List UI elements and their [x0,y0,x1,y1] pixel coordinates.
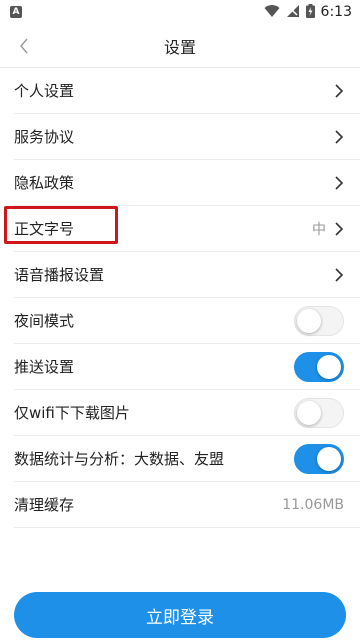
row-label: 正文字号 [14,220,75,238]
chevron-right-icon [334,175,344,190]
chevron-left-icon [20,38,28,54]
toggle-knob [297,308,321,333]
settings-row-service-agreement[interactable]: 服务协议 [14,114,360,160]
settings-row-voice-broadcast[interactable]: 语音播报设置 [14,252,360,298]
chevron-right-icon [334,129,344,144]
settings-row-night-mode: 夜间模式 [14,298,360,344]
night-mode-toggle[interactable] [294,305,344,336]
row-label: 隐私政策 [14,174,75,192]
status-time: 6:13 [320,4,352,20]
status-left: A [10,6,22,18]
row-label: 数据统计与分析：大数据、友盟 [14,450,225,468]
chevron-right-icon [334,83,344,98]
status-right: 6:13 [264,3,352,22]
toggle-knob [297,400,321,425]
settings-row-privacy-policy[interactable]: 隐私政策 [14,160,360,206]
page-title: 设置 [163,37,196,57]
row-label: 推送设置 [14,358,75,376]
row-label: 服务协议 [14,128,75,146]
settings-list: 个人设置 服务协议 隐私政策 正文字号 中 语音播报设置 夜间模式 推送设置 仅… [0,68,360,528]
font-size-value: 中 [312,221,326,238]
chevron-right-icon [334,267,344,282]
battery-icon [305,3,315,22]
wifi-images-toggle[interactable] [294,397,344,428]
toggle-knob [317,354,341,379]
row-label: 清理缓存 [14,496,75,514]
cache-size-value: 11.06MB [282,496,344,513]
settings-row-analytics: 数据统计与分析：大数据、友盟 [14,436,360,482]
settings-row-font-size[interactable]: 正文字号 中 [4,206,360,252]
row-label: 个人设置 [14,82,75,100]
login-button[interactable]: 立即登录 [14,592,346,638]
header: 设置 [0,24,360,68]
settings-row-personal[interactable]: 个人设置 [14,68,360,114]
settings-row-wifi-images: 仅wifi下下载图片 [14,390,360,436]
notification-icon: A [10,6,22,18]
toggle-knob [317,446,341,471]
back-button[interactable] [10,32,38,60]
row-label: 仅wifi下下载图片 [14,404,130,422]
status-bar: A 6:13 [0,0,360,24]
analytics-toggle[interactable] [294,443,344,474]
row-label: 夜间模式 [14,312,75,330]
row-label: 语音播报设置 [14,266,105,284]
signal-icon [286,3,300,22]
settings-row-clear-cache[interactable]: 清理缓存 11.06MB [14,482,360,528]
push-toggle[interactable] [294,351,344,382]
settings-row-push: 推送设置 [14,344,360,390]
chevron-right-icon [334,221,344,236]
wifi-icon [264,3,280,22]
